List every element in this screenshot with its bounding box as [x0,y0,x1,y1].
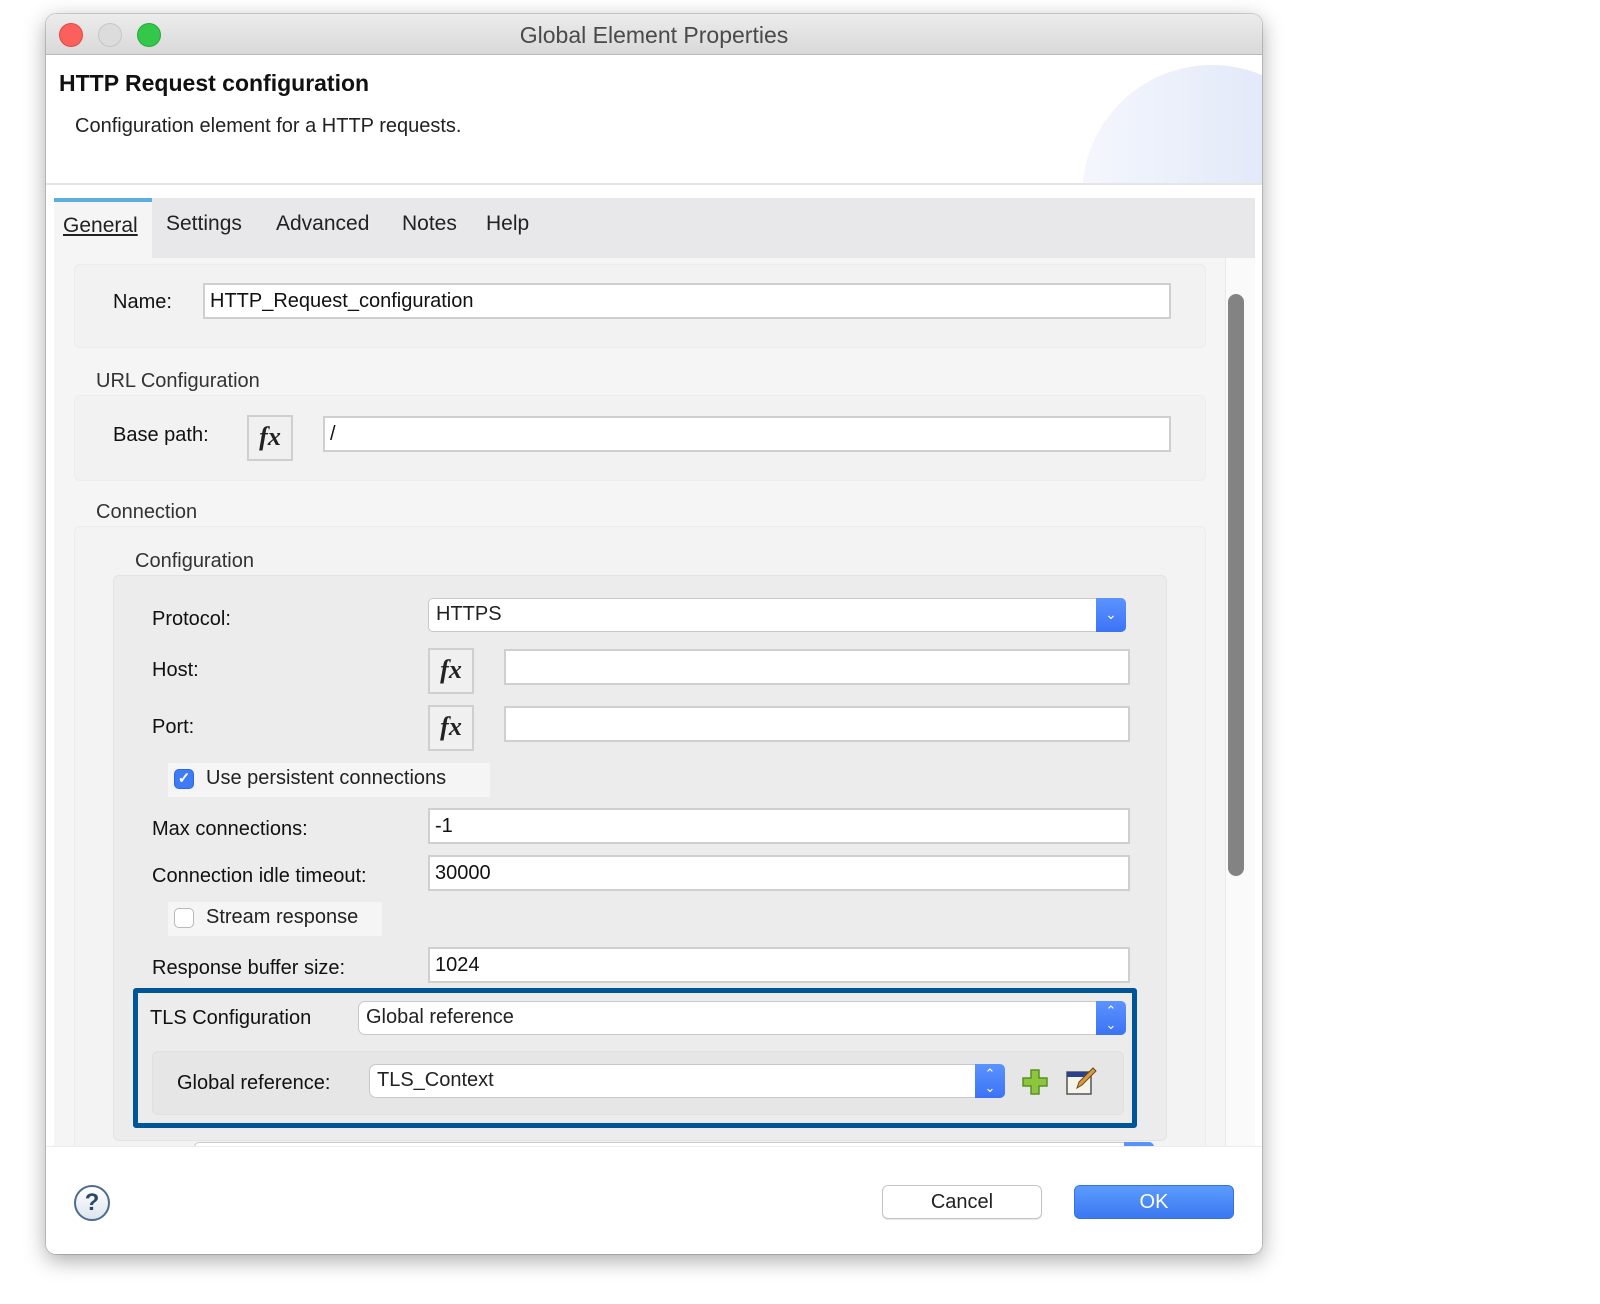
dialog-footer: ? Cancel OK [46,1146,1262,1254]
buffer-size-input[interactable] [428,947,1130,983]
url-configuration-heading: URL Configuration [96,370,260,392]
header-decoration [1082,65,1262,183]
up-down-chevron-icon: ⌃ ⌄ [975,1064,1005,1098]
title-bar[interactable]: Global Element Properties [46,14,1262,55]
name-panel: Name: [74,264,1206,348]
tab-help[interactable]: Help [486,212,529,236]
tab-general[interactable]: General [54,198,152,258]
tls-configuration-highlight: TLS Configuration Global reference ⌃ ⌄ Gl… [133,988,1137,1128]
stream-response-checkbox[interactable] [174,908,194,928]
general-tab-content: Name: URL Configuration Base path: fx Co… [54,258,1255,1146]
protocol-select[interactable]: HTTPS ⌄ [428,598,1126,632]
persistent-connections-label: Use persistent connections [206,767,447,789]
host-input[interactable] [504,649,1130,685]
tab-general-label: General [63,214,138,237]
persistent-connections-checkbox[interactable]: ✓ [174,769,194,789]
base-path-input[interactable] [323,416,1171,452]
host-fx-button[interactable]: fx [428,648,474,694]
name-input[interactable] [203,283,1171,319]
configuration-heading: Configuration [135,550,254,572]
base-path-fx-button[interactable]: fx [247,415,293,461]
tab-advanced[interactable]: Advanced [276,212,369,236]
tls-mode-select[interactable]: Global reference ⌃ ⌄ [358,1001,1126,1035]
port-input[interactable] [504,706,1130,742]
protocol-label: Protocol: [152,608,231,630]
green-plus-icon [1022,1069,1048,1095]
max-connections-input[interactable] [428,808,1130,844]
up-down-chevron-icon: ⌃ ⌄ [1096,1001,1126,1035]
vertical-scrollbar-thumb[interactable] [1228,294,1244,876]
stream-response-label: Stream response [206,906,359,928]
idle-timeout-input[interactable] [428,855,1130,891]
protocol-value: HTTPS [436,603,502,625]
tls-mode-value: Global reference [366,1006,514,1028]
stream-response-option[interactable]: Stream response [168,902,382,936]
connection-panel: Configuration Protocol: HTTPS ⌄ Host: fx… [74,526,1206,1146]
tls-configuration-label: TLS Configuration [150,1007,312,1029]
global-reference-select[interactable]: TLS_Context ⌃ ⌄ [369,1064,1005,1098]
name-label: Name: [113,291,172,313]
base-path-label: Base path: [113,424,209,446]
port-label: Port: [152,716,195,738]
tab-bar: General Settings Advanced Notes Help [54,198,1255,258]
tab-settings[interactable]: Settings [166,212,242,236]
dialog-title: HTTP Request configuration [59,70,370,96]
buffer-size-label: Response buffer size: [152,957,346,979]
global-element-properties-dialog: Global Element Properties HTTP Request c… [46,14,1262,1254]
add-global-element-button[interactable] [1021,1068,1051,1098]
configuration-panel: Protocol: HTTPS ⌄ Host: fx Port: fx ✓ Us… [113,575,1167,1141]
global-reference-label: Global reference: [177,1072,331,1094]
port-fx-button[interactable]: fx [428,705,474,751]
max-connections-label: Max connections: [152,818,308,840]
ok-button[interactable]: OK [1074,1185,1234,1219]
edit-window-pencil-icon [1066,1067,1097,1095]
tab-notes[interactable]: Notes [402,212,457,236]
connection-heading: Connection [96,501,198,523]
persistent-connections-option[interactable]: ✓ Use persistent connections [168,763,490,797]
edit-global-element-button[interactable] [1065,1066,1097,1096]
dialog-description: Configuration element for a HTTP request… [75,115,462,137]
window-title: Global Element Properties [519,22,789,48]
url-configuration-panel: Base path: fx [74,395,1206,481]
global-reference-value: TLS_Context [377,1069,494,1091]
global-reference-panel: Global reference: TLS_Context ⌃ ⌄ [152,1051,1124,1115]
host-label: Host: [152,659,199,681]
cancel-button[interactable]: Cancel [882,1185,1042,1219]
chevron-down-icon: ⌄ [1096,598,1126,632]
help-icon[interactable]: ? [74,1185,110,1221]
idle-timeout-label: Connection idle timeout: [152,865,367,887]
dialog-header: HTTP Request configuration Configuration… [46,55,1262,185]
